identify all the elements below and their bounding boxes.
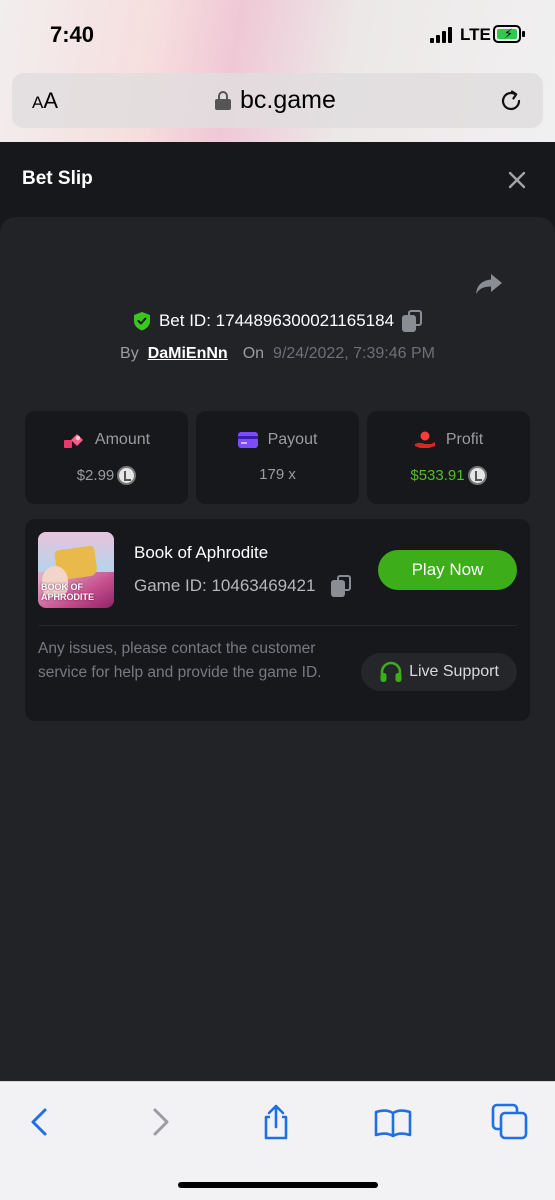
live-support-button[interactable]: Live Support	[361, 653, 517, 691]
game-name: Book of Aphrodite	[134, 543, 269, 562]
coin-icon	[117, 466, 137, 485]
profit-value: $533.91	[410, 467, 465, 484]
game-id: Game ID: 10463469421	[134, 576, 316, 595]
share-sheet-icon[interactable]	[256, 1102, 296, 1142]
forward-icon[interactable]	[140, 1102, 180, 1142]
modal-title: Bet Slip	[22, 168, 93, 189]
bet-slip-page: Bet Slip Bet ID: 1744896300021165184 By …	[0, 142, 555, 1081]
payout-box: Payout 179 x	[196, 411, 359, 504]
game-panel: BOOK OF APHRODITE Book of Aphrodite Game…	[25, 519, 530, 721]
copy-icon[interactable]	[402, 310, 423, 332]
aa-big: A	[43, 88, 59, 113]
payout-icon	[237, 432, 258, 448]
payout-label: Payout	[267, 431, 318, 448]
home-indicator	[178, 1182, 378, 1188]
thumb-title-line-1: BOOK OF	[41, 582, 83, 592]
game-id-row: Game ID: 10463469421	[134, 575, 352, 597]
amount-box: Amount $2.99	[25, 411, 188, 504]
username-link[interactable]: DaMiEnNn	[148, 345, 228, 363]
on-label: On	[242, 345, 265, 362]
bet-id: Bet ID: 1744896300021165184	[158, 311, 395, 330]
network-type: LTE	[460, 25, 491, 44]
play-now-button[interactable]: Play Now	[378, 550, 517, 590]
bookmarks-icon[interactable]	[373, 1102, 413, 1142]
headset-icon	[380, 661, 402, 682]
thumb-title-line-2: APHRODITE	[41, 592, 95, 602]
reload-icon[interactable]	[497, 87, 525, 115]
game-thumbnail[interactable]: BOOK OF APHRODITE	[38, 532, 114, 608]
cellular-signal-icon	[430, 27, 454, 43]
bet-stats: Amount $2.99 Payout 179 x Profit $533.91	[25, 411, 530, 504]
share-icon[interactable]	[474, 271, 504, 297]
amount-label: Amount	[94, 431, 151, 448]
battery-icon: ⚡	[493, 25, 521, 43]
close-icon[interactable]	[507, 170, 527, 190]
aa-small: A	[32, 93, 44, 112]
back-icon[interactable]	[20, 1102, 60, 1142]
browser-top-chrome: 7:40 LTE ⚡ AA bc.game	[0, 0, 555, 142]
aa-icon[interactable]: AA	[32, 88, 58, 114]
shield-icon	[133, 312, 150, 331]
battery-cap	[522, 31, 525, 37]
live-support-label: Live Support	[409, 663, 499, 680]
tabs-icon[interactable]	[490, 1102, 530, 1142]
profit-box: Profit $533.91	[367, 411, 530, 504]
coin-icon	[467, 466, 487, 485]
help-text: Any issues, please contact the customer …	[38, 640, 322, 681]
by-label: By	[120, 345, 139, 362]
bet-date: 9/24/2022, 7:39:46 PM	[273, 345, 435, 362]
lock-icon	[215, 91, 231, 110]
amount-icon	[63, 434, 83, 448]
bet-id-row: Bet ID: 1744896300021165184	[0, 307, 555, 335]
divider	[38, 625, 517, 626]
url-text[interactable]: bc.game	[240, 86, 336, 115]
address-bar[interactable]: AA bc.game	[12, 73, 543, 128]
amount-value: $2.99	[76, 467, 115, 484]
profit-icon	[414, 431, 435, 448]
bet-author-row: By DaMiEnNn On 9/24/2022, 7:39:46 PM	[0, 341, 555, 367]
bet-slip-card: Bet ID: 1744896300021165184 By DaMiEnNn …	[0, 217, 555, 1081]
profit-label: Profit	[445, 431, 484, 448]
status-time: 7:40	[50, 22, 95, 47]
payout-value: 179 x	[259, 466, 296, 483]
copy-icon[interactable]	[331, 575, 352, 597]
